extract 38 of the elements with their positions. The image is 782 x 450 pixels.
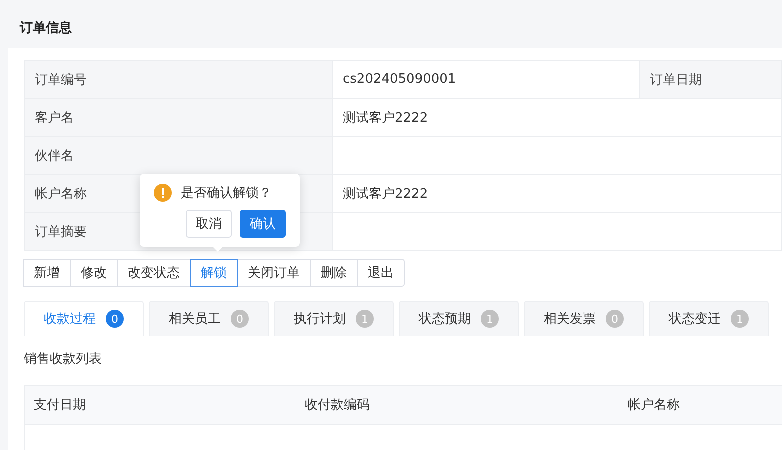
count-badge: 1 xyxy=(356,310,374,328)
count-badge: 1 xyxy=(481,310,499,328)
tab[interactable]: 状态预期 1 xyxy=(399,301,519,336)
column-header: 帐户名称 xyxy=(627,397,681,415)
list-title: 销售收款列表 xyxy=(24,351,103,368)
tab-label: 状态预期 xyxy=(419,311,471,328)
count-badge: 0 xyxy=(106,310,124,328)
field-label: 订单日期 xyxy=(640,61,782,98)
warning-icon xyxy=(154,184,172,202)
field-label: 订单编号 xyxy=(25,61,333,98)
count-badge: 1 xyxy=(731,310,749,328)
tab[interactable]: 相关员工 0 xyxy=(149,301,269,336)
confirm-button[interactable]: 确认 xyxy=(240,210,286,238)
cancel-button[interactable]: 取消 xyxy=(186,210,232,238)
tab-label: 收款过程 xyxy=(44,311,96,328)
tab-label: 相关发票 xyxy=(544,311,596,328)
count-badge: 0 xyxy=(606,310,624,328)
column-header: 收付款编码 xyxy=(304,397,371,415)
tab[interactable]: 相关发票 0 xyxy=(524,301,644,336)
field-label: 客户名 xyxy=(25,99,333,136)
tab[interactable]: 状态变迁 1 xyxy=(649,301,769,336)
tab[interactable]: 收款过程 0 xyxy=(24,301,144,336)
tab-label: 相关员工 xyxy=(169,311,221,328)
action-button[interactable]: 删除 xyxy=(310,259,358,287)
action-button[interactable]: 退出 xyxy=(357,259,405,287)
action-button[interactable]: 新增 xyxy=(23,259,71,287)
confirm-message: 是否确认解锁？ xyxy=(181,185,272,202)
action-button[interactable]: 解锁 xyxy=(190,259,238,287)
count-badge: 0 xyxy=(231,310,249,328)
action-button[interactable]: 修改 xyxy=(70,259,118,287)
action-button[interactable]: 改变状态 xyxy=(117,259,191,287)
field-label: 伙伴名 xyxy=(25,137,333,174)
section-title: 订单信息 xyxy=(18,20,73,38)
tab-label: 执行计划 xyxy=(294,311,346,328)
action-button[interactable]: 关闭订单 xyxy=(237,259,311,287)
tab-label: 状态变迁 xyxy=(669,311,721,328)
column-header: 支付日期 xyxy=(33,397,87,415)
tab[interactable]: 执行计划 1 xyxy=(274,301,394,336)
